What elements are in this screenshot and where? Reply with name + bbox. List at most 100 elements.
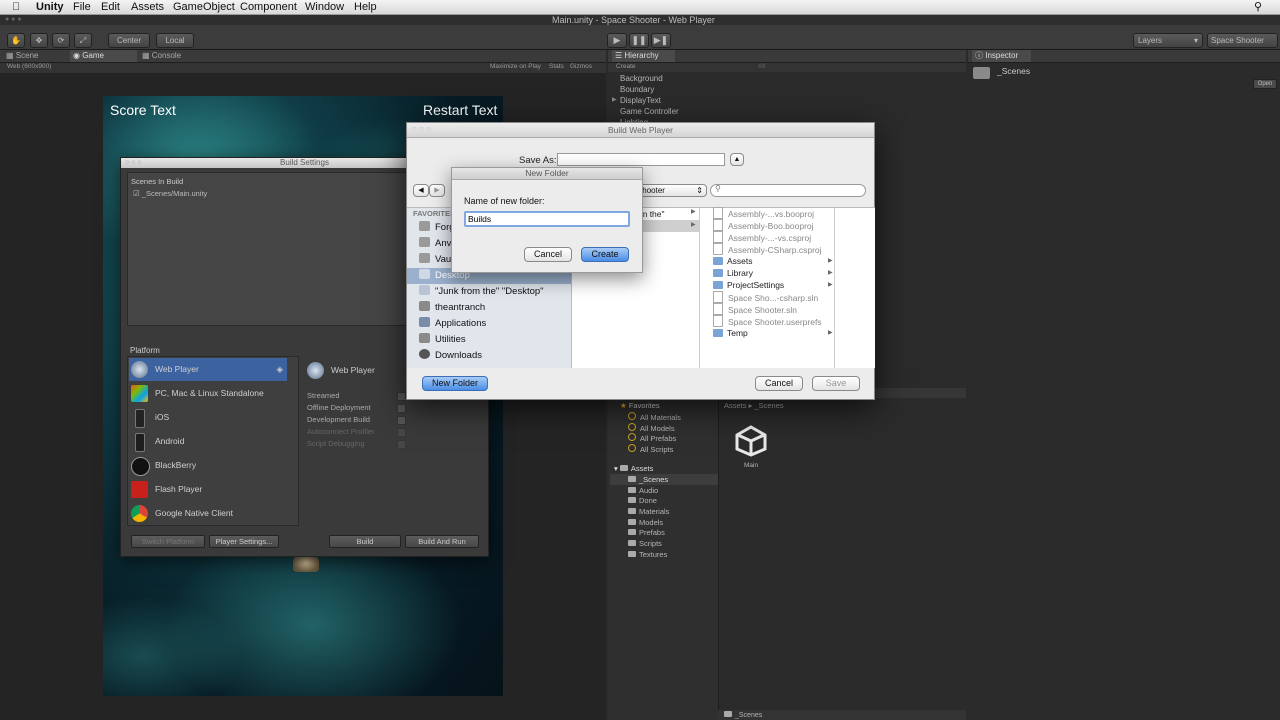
platform-blackberry[interactable]: BlackBerry <box>129 454 287 477</box>
new-folder-button[interactable]: New Folder <box>422 376 488 391</box>
window-controls-icon[interactable]: ● ● ● <box>5 16 22 23</box>
menu-component[interactable]: Component <box>240 0 297 14</box>
offline-deployment-checkbox[interactable] <box>397 404 406 413</box>
file-item[interactable]: Space Shooter.sln <box>713 303 797 315</box>
tab-inspector[interactable]: ⓘ Inspector <box>972 50 1031 62</box>
checkbox-checked-icon[interactable]: ☑ <box>133 189 140 198</box>
expand-toggle-button[interactable]: ▲ <box>730 153 744 166</box>
menu-gameobject[interactable]: GameObject <box>173 0 235 14</box>
cancel-button[interactable]: Cancel <box>755 376 803 391</box>
create-button[interactable]: Create <box>581 247 629 262</box>
folder-item[interactable]: Models <box>628 518 663 527</box>
folder-item[interactable]: Prefabs <box>628 528 665 537</box>
sidebar-item-downloads[interactable]: Downloads <box>419 348 482 364</box>
streamed-checkbox[interactable] <box>397 392 406 401</box>
hierarchy-create-dropdown[interactable]: Create <box>616 63 636 70</box>
favorites-header[interactable]: ★ Favorites <box>620 401 660 410</box>
menu-app[interactable]: Unity <box>36 0 64 14</box>
autoconnect-profiler-checkbox[interactable] <box>397 428 406 437</box>
favorite-item[interactable]: All Scripts <box>628 444 673 454</box>
pivot-center-toggle[interactable]: Center <box>108 33 150 48</box>
folder-item[interactable]: Temp <box>713 327 748 339</box>
hierarchy-item[interactable]: Game Controller <box>620 107 679 116</box>
save-as-input[interactable] <box>557 153 725 166</box>
player-settings-button[interactable]: Player Settings... <box>209 535 279 548</box>
file-item[interactable]: Assembly-Boo.booproj <box>713 219 814 231</box>
stats-toggle[interactable]: Stats <box>549 63 564 70</box>
sidebar-item-home[interactable]: theantranch <box>419 300 485 316</box>
forward-button[interactable]: ▶ <box>429 184 445 197</box>
hierarchy-item[interactable]: DisplayText <box>620 96 661 105</box>
step-button[interactable]: ▶❚ <box>651 33 671 48</box>
platform-web-player[interactable]: Web Player ◈ <box>129 358 287 381</box>
favorite-item[interactable]: All Models <box>628 423 675 433</box>
save-button[interactable]: Save <box>812 376 860 391</box>
folder-item[interactable]: Assets <box>713 255 753 267</box>
file-item[interactable]: Assembly-...vs.booproj <box>713 207 814 219</box>
folder-item[interactable]: Done <box>628 496 657 505</box>
resolution-dropdown[interactable]: Web (600x900) <box>7 63 51 70</box>
expand-arrow-icon[interactable]: ▶ <box>612 96 617 103</box>
window-controls-icon[interactable]: ○ ○ ○ <box>125 158 142 168</box>
platform-ios[interactable]: iOS <box>129 406 287 429</box>
hierarchy-item[interactable]: Background <box>620 74 663 83</box>
unity-scene-icon[interactable] <box>734 425 768 457</box>
tab-console[interactable]: ▦ Console <box>142 50 181 62</box>
menu-window[interactable]: Window <box>305 0 344 14</box>
file-item[interactable]: Space Sho...-csharp.sln <box>713 291 818 303</box>
search-field[interactable]: ⚲ <box>710 184 866 197</box>
folder-item[interactable]: Library <box>713 267 753 279</box>
file-item[interactable]: Assembly-CSharp.csproj <box>713 243 822 255</box>
layers-dropdown[interactable]: Layers ▾ <box>1133 33 1203 48</box>
menu-assets[interactable]: Assets <box>131 0 164 14</box>
sidebar-item-junk[interactable]: "Junk from the" "Desktop" <box>419 284 544 300</box>
development-build-checkbox[interactable] <box>397 416 406 425</box>
rotate-tool-icon[interactable]: ⟳ <box>52 33 70 48</box>
pivot-local-toggle[interactable]: Local <box>156 33 194 48</box>
platform-flash[interactable]: Flash Player <box>129 478 287 501</box>
apple-icon[interactable]:  <box>12 0 20 14</box>
sidebar-item-utilities[interactable]: Utilities <box>419 332 466 348</box>
hierarchy-search-input[interactable]: All <box>758 63 765 70</box>
inspector-open-button[interactable]: Open <box>1253 79 1277 89</box>
project-breadcrumb[interactable]: Assets ▸ _Scenes <box>724 401 784 410</box>
tab-hierarchy[interactable]: ☰ Hierarchy <box>612 50 675 62</box>
menu-edit[interactable]: Edit <box>101 0 120 14</box>
tab-game[interactable]: ◉ Game <box>70 50 137 62</box>
folder-item[interactable]: Audio <box>628 486 658 495</box>
file-item[interactable]: Space Shooter.userprefs <box>713 315 822 327</box>
build-button[interactable]: Build <box>329 535 401 548</box>
folder-item[interactable]: ProjectSettings <box>713 279 784 291</box>
tab-scene[interactable]: ▦ Scene <box>6 50 38 62</box>
switch-platform-button[interactable]: Switch Platform <box>131 535 205 548</box>
folder-item[interactable]: _Scenes <box>628 475 668 484</box>
move-tool-icon[interactable]: ✥ <box>30 33 48 48</box>
folder-item[interactable]: Scripts <box>628 539 662 548</box>
assets-root[interactable]: ▾ Assets <box>614 464 653 473</box>
layout-dropdown[interactable]: Space Shooter <box>1207 33 1278 48</box>
platform-native-client[interactable]: Google Native Client <box>129 502 287 525</box>
spotlight-search-icon[interactable]: ⚲ <box>1254 0 1262 14</box>
back-button[interactable]: ◀ <box>413 184 429 197</box>
hierarchy-item[interactable]: Boundary <box>620 85 654 94</box>
folder-item[interactable]: Textures <box>628 550 667 559</box>
folder-item[interactable]: Materials <box>628 507 669 516</box>
scale-tool-icon[interactable]: ⤢ <box>74 33 92 48</box>
favorite-item[interactable]: All Prefabs <box>628 433 676 443</box>
folder-name-input[interactable] <box>464 211 630 227</box>
script-debugging-checkbox[interactable] <box>397 440 406 449</box>
file-item[interactable]: Assembly-...-vs.csproj <box>713 231 811 243</box>
hand-tool-icon[interactable]: ✋ <box>7 33 25 48</box>
maximize-on-play-toggle[interactable]: Maximize on Play <box>490 63 541 70</box>
cancel-button[interactable]: Cancel <box>524 247 572 262</box>
gizmos-dropdown[interactable]: Gizmos <box>570 63 592 70</box>
pause-button[interactable]: ❚❚ <box>629 33 649 48</box>
play-button[interactable]: ▶ <box>607 33 627 48</box>
platform-android[interactable]: Android <box>129 430 287 453</box>
menu-help[interactable]: Help <box>354 0 377 14</box>
platform-standalone[interactable]: PC, Mac & Linux Standalone <box>129 382 287 405</box>
menu-file[interactable]: File <box>73 0 91 14</box>
scene-entry[interactable]: ☑ _Scenes/Main.unity <box>133 189 207 198</box>
sidebar-item-applications[interactable]: Applications <box>419 316 486 332</box>
favorite-item[interactable]: All Materials <box>628 412 681 422</box>
